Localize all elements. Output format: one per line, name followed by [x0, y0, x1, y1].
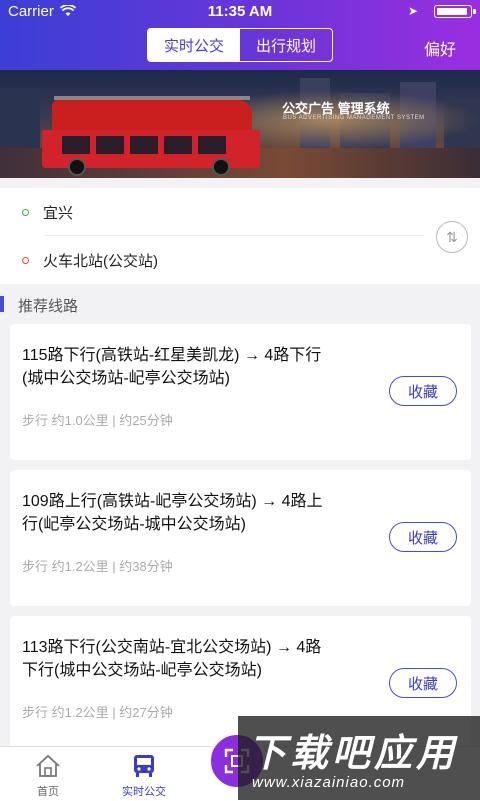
route-title: 115路下行(高铁站-红星美凯龙) → 4路下行 (城中公交场站-屺亭公交场站)	[22, 347, 322, 387]
route-card[interactable]: 115路下行(高铁站-红星美凯龙) → 4路下行 (城中公交场站-屺亭公交场站) …	[10, 324, 471, 460]
origin-field[interactable]: 宜兴	[22, 202, 73, 222]
battery-icon	[434, 5, 476, 18]
divider	[44, 235, 424, 236]
home-icon	[34, 753, 62, 779]
status-bar: Carrier 11:35 AM ➤	[0, 0, 480, 24]
route-endpoints-panel: 宜兴 火车北站(公交站) ⇅	[0, 188, 480, 284]
favorite-button[interactable]: 收藏	[389, 668, 457, 698]
tab-trip-planning[interactable]: 出行规划	[240, 29, 332, 61]
watermark-url: www.xiazainiao.com	[252, 774, 406, 791]
route-info: 步行 约1.2公里 | 约27分钟	[22, 705, 173, 720]
tab-home-label: 首页	[37, 786, 59, 798]
origin-label: 宜兴	[43, 204, 74, 222]
destination-field[interactable]: 火车北站(公交站)	[22, 250, 158, 270]
swap-icon[interactable]: ⇅	[436, 221, 468, 253]
tab-realtime-bus[interactable]: 实时公交	[148, 29, 240, 61]
favorite-button[interactable]: 收藏	[389, 522, 457, 552]
route-title: 113路下行(公交南站-宜北公交场站) → 4路 下行(城中公交场站-屺亭公交场站…	[22, 639, 322, 679]
destination-dot-icon	[22, 256, 29, 264]
tab-realtime[interactable]: 实时公交	[96, 753, 192, 799]
promo-banner[interactable]: 公交广告 管理系统 BUS ADVERTISING MANAGEMENT SYS…	[0, 70, 480, 178]
bus-icon	[130, 753, 158, 779]
bus-image	[42, 96, 260, 176]
mode-segmented-control: 实时公交 出行规划	[147, 28, 333, 62]
location-arrow-icon: ➤	[407, 4, 418, 18]
recommended-header: 推荐线路	[0, 292, 480, 318]
route-info: 步行 约1.2公里 | 约38分钟	[22, 559, 173, 574]
preferences-button[interactable]: 偏好	[424, 36, 456, 60]
section-title: 推荐线路	[18, 298, 79, 315]
route-card[interactable]: 109路上行(高铁站-屺亭公交场站) → 4路上 行(屺亭公交场站-城中公交场站)…	[10, 470, 471, 606]
tab-home[interactable]: 首页	[0, 753, 96, 799]
origin-dot-icon	[22, 208, 29, 216]
section-marker	[0, 296, 4, 312]
destination-label: 火车北站(公交站)	[43, 252, 158, 270]
banner-subtitle: BUS ADVERTISING MANAGEMENT SYSTEM	[283, 115, 425, 121]
route-title: 109路上行(高铁站-屺亭公交场站) → 4路上 行(屺亭公交场站-城中公交场站)	[22, 493, 323, 533]
favorite-button[interactable]: 收藏	[389, 376, 457, 406]
route-info: 步行 约1.0公里 | 约25分钟	[22, 413, 173, 428]
watermark-overlay: 下载吧应用 www.xiazainiao.com	[238, 716, 480, 800]
tab-realtime-label: 实时公交	[122, 786, 166, 798]
nav-bar: 实时公交 出行规划 偏好	[0, 24, 480, 70]
watermark-title: 下载吧应用	[248, 733, 459, 775]
